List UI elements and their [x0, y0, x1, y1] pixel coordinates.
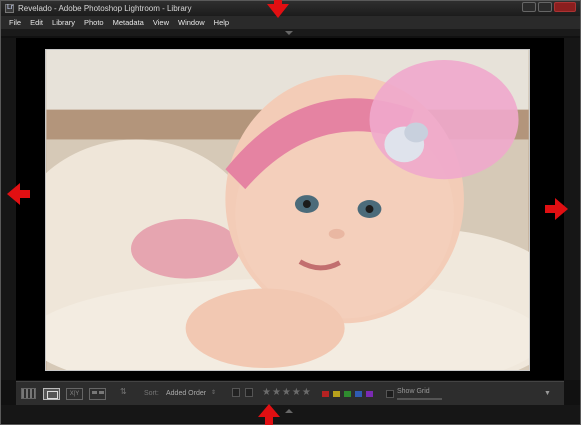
- menu-edit[interactable]: Edit: [30, 18, 43, 27]
- menu-metadata[interactable]: Metadata: [113, 18, 144, 27]
- flag-pick-icon[interactable]: [232, 388, 240, 397]
- sort-label: Sort:: [144, 390, 159, 397]
- color-label-purple[interactable]: [366, 391, 373, 397]
- top-panel-toggle-icon[interactable]: [285, 31, 293, 35]
- compare-view-icon[interactable]: X|Y: [66, 388, 83, 400]
- menu-help[interactable]: Help: [214, 18, 229, 27]
- color-label-red[interactable]: [322, 391, 329, 397]
- annotation-arrow-down-icon: [267, 0, 289, 18]
- menu-view[interactable]: View: [153, 18, 169, 27]
- window-controls: [522, 2, 576, 12]
- chevron-updown-icon[interactable]: ⇕: [211, 389, 216, 396]
- grid-view-icon[interactable]: [21, 388, 36, 399]
- window-title: Revelado - Adobe Photoshop Lightroom - L…: [18, 4, 192, 13]
- menu-file[interactable]: File: [9, 18, 21, 27]
- library-toolbar: X|Y ⇅ Sort: Added Order ⇕ ★★★★★ Show Gri…: [16, 381, 564, 405]
- minimize-button[interactable]: [522, 2, 536, 12]
- title-bar: Lr Revelado - Adobe Photoshop Lightroom …: [1, 1, 580, 16]
- annotation-arrow-left-icon: [7, 183, 30, 205]
- maximize-button[interactable]: [538, 2, 552, 12]
- survey-view-icon[interactable]: [89, 388, 106, 400]
- main-photo[interactable]: [45, 49, 530, 371]
- grid-opacity-slider[interactable]: [397, 398, 442, 400]
- bottom-panel-toggle-icon[interactable]: [285, 409, 293, 413]
- loupe-view-icon[interactable]: [43, 388, 60, 400]
- lightroom-app-icon: Lr: [5, 4, 14, 13]
- menu-library[interactable]: Library: [52, 18, 75, 27]
- annotation-arrow-up-icon: [258, 404, 280, 425]
- baby-photo-illustration: [46, 50, 529, 370]
- menu-photo[interactable]: Photo: [84, 18, 104, 27]
- color-label-green[interactable]: [344, 391, 351, 397]
- menu-window[interactable]: Window: [178, 18, 205, 27]
- toolbar-menu-chevron-icon[interactable]: ▼: [544, 390, 551, 397]
- sort-dropdown[interactable]: Added Order: [166, 390, 206, 397]
- menu-bar: File Edit Library Photo Metadata View Wi…: [1, 16, 580, 29]
- show-grid-label: Show Grid: [397, 388, 430, 395]
- annotation-arrow-right-icon: [545, 198, 568, 220]
- color-label-blue[interactable]: [355, 391, 362, 397]
- bottom-panel-edge[interactable]: [1, 405, 580, 423]
- flag-reject-icon[interactable]: [245, 388, 253, 397]
- close-button[interactable]: [554, 2, 576, 12]
- rating-stars[interactable]: ★★★★★: [262, 387, 312, 398]
- sort-direction-icon[interactable]: ⇅: [120, 387, 127, 396]
- show-grid-checkbox[interactable]: [386, 390, 394, 398]
- left-panel-edge[interactable]: [1, 38, 16, 380]
- color-label-yellow[interactable]: [333, 391, 340, 397]
